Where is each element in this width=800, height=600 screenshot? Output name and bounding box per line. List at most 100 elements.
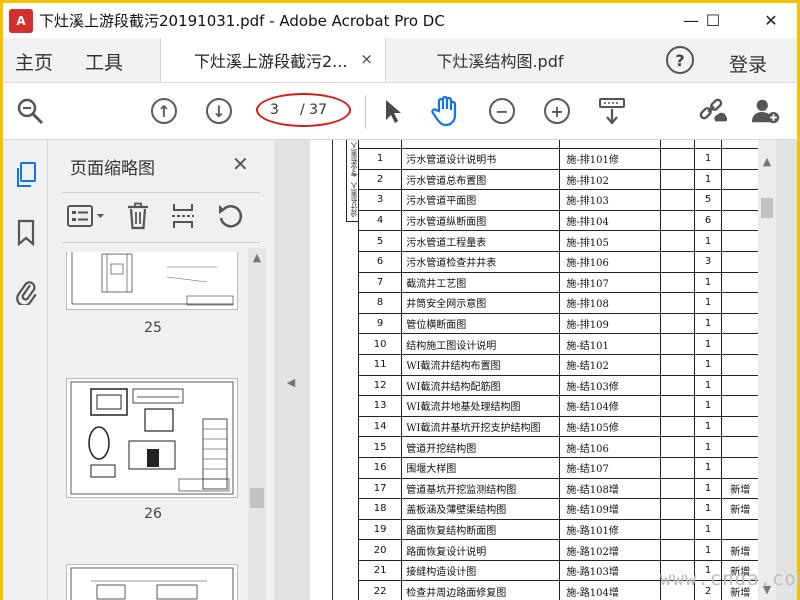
thumbnail-page-25[interactable] [66,252,238,310]
header-cell [357,140,403,149]
zoom-out-icon[interactable]: − [487,96,517,126]
cell-note [720,271,761,294]
cell-ref [659,209,696,232]
cell-code: 施-路101修 [559,518,661,541]
cell-ref [659,395,696,417]
share-link-icon[interactable] [697,96,727,126]
table-row: 15 管道开挖结构图 施-结106 1 [357,436,761,458]
cell-code: 施-结109增 [559,498,661,520]
toolbar: ↑ ↓ / 37 − + [0,82,800,140]
insert-page-icon[interactable] [170,202,196,230]
cell-count: 3 [694,250,722,273]
cell-code: 施-结102 [559,353,661,376]
cell-name: 盖板涵及薄壁渠结构图 [401,498,561,520]
document-scrollbar[interactable]: ▲ ▼ [758,140,776,600]
cell-note [720,148,761,170]
cell-code: 施-排105 [559,230,661,252]
zoom-search-icon[interactable] [15,96,45,126]
table-row: 4 污水管道纵断面图 施-排104 6 [357,209,761,232]
thumbnail-scrollbar[interactable]: ▲ [248,248,266,600]
document-view[interactable]: 设计负责人 专业负责人 1 污水管道设计说明书 施-排101修 1 2 污水管道总布置图施… [274,140,800,600]
cell-no: 21 [357,559,403,582]
cell-note [720,395,761,417]
cell-name: 检查井周边路面修复图 [401,580,561,600]
panel-divider [62,242,260,243]
cell-code: 施-排103 [559,189,661,211]
close-window-button[interactable]: ✕ [743,3,799,38]
scroll-mode-icon[interactable] [597,96,627,126]
cell-note [720,333,761,355]
help-icon[interactable]: ? [666,46,694,74]
cell-code: 施-路104增 [559,580,661,600]
page-up-icon[interactable]: ↑ [149,96,179,126]
cell-name: WI截流井结构布置图 [401,353,561,376]
navigation-rail [0,140,48,600]
cell-note [720,456,761,479]
cell-ref [659,415,696,438]
scrollbar-thumb[interactable] [250,488,264,508]
panel-close-icon[interactable]: ✕ [232,152,249,176]
acrobat-logo-icon: A [9,8,33,33]
cell-code: 施-结106 [559,436,661,458]
add-user-icon[interactable] [751,96,781,126]
login-button[interactable]: 登录 [729,50,767,77]
tab-document-2[interactable]: 下灶溪结构图.pdf [387,38,613,82]
cell-no: 17 [357,477,403,500]
cell-code: 施-排101修 [559,148,661,170]
cell-note [720,415,761,438]
table-row: 1 污水管道设计说明书 施-排101修 1 [357,148,761,170]
thumbnail-options-icon[interactable] [66,203,106,229]
tab-close-icon[interactable]: × [360,50,373,68]
rotate-page-icon[interactable] [216,202,244,230]
cell-no: 9 [357,312,403,335]
bookmarks-icon[interactable] [13,219,39,247]
page-thumbnails-icon[interactable] [13,162,39,188]
attachments-icon[interactable] [13,278,39,305]
cell-no: 3 [357,189,403,211]
scrollbar-thumb[interactable] [761,198,773,218]
zoom-in-icon[interactable]: + [542,96,572,126]
table-row: 10 结构施工图设计说明 施-结101 1 [357,333,761,355]
thumbnail-page-27[interactable] [66,564,238,600]
cell-ref [659,353,696,376]
window-title: 下灶溪上游段截污20191031.pdf - Adobe Acrobat Pro… [39,12,445,30]
cell-name: 截流井工艺图 [401,271,561,294]
page-down-icon[interactable]: ↓ [204,96,234,126]
table-row: 18 盖板涵及薄壁渠结构图 施-结109增 1 新增 [357,498,761,520]
cell-no: 4 [357,209,403,232]
delete-page-icon[interactable] [126,202,150,230]
cell-code: 施-排108 [559,292,661,314]
tools-menu[interactable]: 工具 [85,48,123,75]
watermark: www.cnda.com [660,568,800,590]
scroll-up-icon[interactable]: ▲ [252,250,262,264]
table-row: 11 WI截流井结构布置图 施-结102 1 [357,353,761,376]
cell-ref [659,292,696,314]
home-menu[interactable]: 主页 [15,48,53,75]
cell-count: 6 [694,209,722,232]
select-arrow-icon[interactable] [378,96,408,126]
cell-note [720,168,761,191]
cell-code: 施-结107 [559,456,661,479]
cell-no: 13 [357,395,403,417]
scroll-up-icon[interactable]: ▲ [762,154,772,168]
cell-ref [659,230,696,252]
table-row: 20 路面恢复设计说明 施-路102增 1 新增 [357,539,761,561]
cell-code: 施-结101 [559,333,661,355]
cell-code: 施-结104修 [559,395,661,417]
cell-note: 新增 [720,477,761,500]
thumbnail-page-26[interactable] [66,378,238,498]
tab-document-1[interactable]: 下灶溪上游段截污2... × [160,38,386,82]
cell-note [720,250,761,273]
hand-tool-icon[interactable] [431,95,461,127]
menu-tab-row: 主页 工具 下灶溪上游段截污2... × 下灶溪结构图.pdf ? 登录 [0,38,800,82]
maximize-button[interactable]: ☐ [685,3,741,38]
cell-ref [659,189,696,211]
cell-no: 5 [357,230,403,252]
expand-panel-icon[interactable]: ◀ [286,375,296,389]
page-border-line [332,140,333,600]
cell-no: 8 [357,292,403,314]
cell-name: 污水管道设计说明书 [401,148,561,170]
cell-name: 污水管道工程量表 [401,230,561,252]
table-row: 7 截流井工艺图 施-排107 1 [357,271,761,294]
cell-no: 2 [357,168,403,191]
